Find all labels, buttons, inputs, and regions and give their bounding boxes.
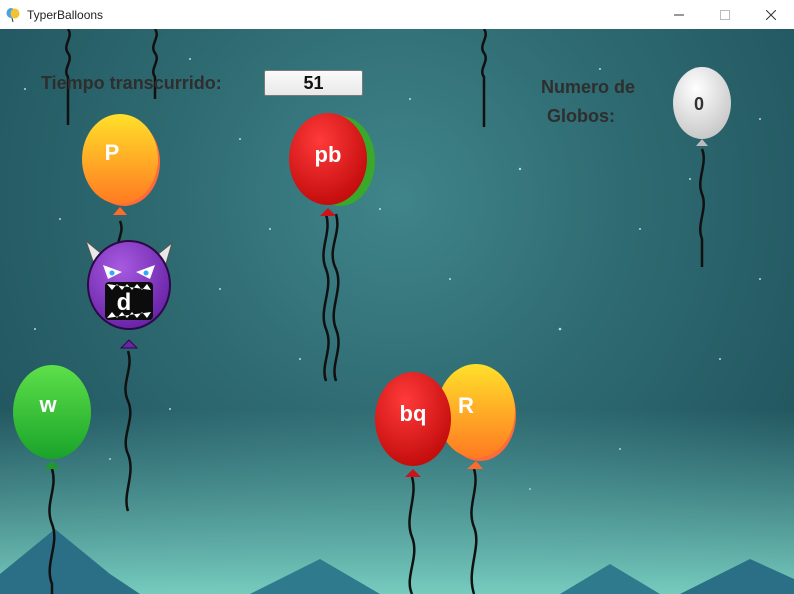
globos-count: 0 <box>694 94 704 114</box>
balloon-pb-label: pb <box>315 142 342 167</box>
game-scene: P pb d w R bq 0 <box>0 29 794 594</box>
balloon-counter: 0 <box>673 67 731 267</box>
window-titlebar: TyperBalloons <box>0 0 794 30</box>
time-label: Tiempo transcurrido: <box>41 73 222 93</box>
balloon-P-label: P <box>105 140 120 165</box>
balloon-pb: pb <box>289 113 375 382</box>
minimize-button[interactable] <box>656 0 702 29</box>
globos-label-line1: Numero de <box>541 77 636 97</box>
balloon-R-label: R <box>458 393 474 418</box>
balloon-w-label: w <box>38 392 57 417</box>
game-area[interactable]: P pb d w R bq 0 Tiempo transcurrido: 51 … <box>0 29 794 594</box>
app-balloon-icon <box>6 8 20 23</box>
maximize-button[interactable] <box>702 0 748 29</box>
globos-label-line2: Globos: <box>547 106 615 126</box>
window-title: TyperBalloons <box>27 8 104 22</box>
balloon-d-label: d <box>117 289 132 316</box>
close-icon <box>766 9 776 20</box>
minimize-icon <box>674 14 684 15</box>
balloon-bq-label: bq <box>400 401 427 426</box>
time-value-box: 51 <box>264 70 363 96</box>
maximize-icon <box>720 9 730 20</box>
close-button[interactable] <box>748 0 794 29</box>
globos-label: Numero de Globos: <box>541 73 635 131</box>
